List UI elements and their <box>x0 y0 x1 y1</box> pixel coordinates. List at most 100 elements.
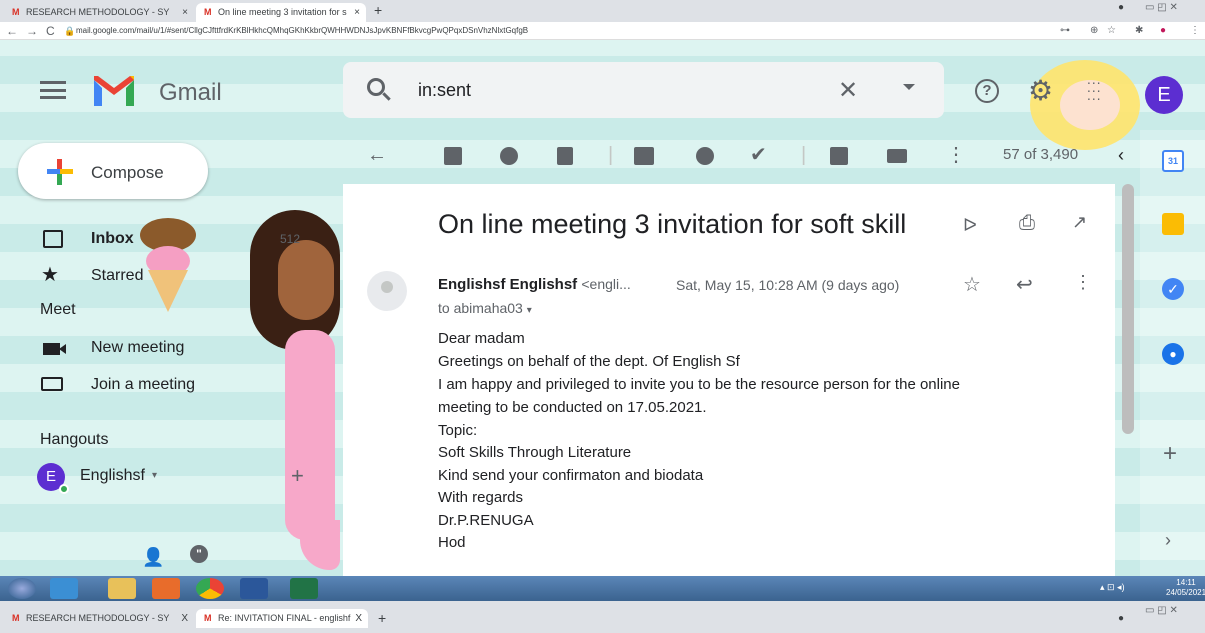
browser-tab[interactable]: M RESEARCH METHODOLOGY - SY X <box>4 609 194 628</box>
new-tab-button[interactable]: + <box>378 610 386 626</box>
browser-tab-active[interactable]: M Re: INVITATION FINAL - englishf X <box>196 609 368 628</box>
mark-unread-icon[interactable] <box>634 147 654 165</box>
get-addons-button[interactable]: + <box>1163 440 1177 468</box>
word-icon[interactable] <box>240 578 268 599</box>
sidebar-item-starred[interactable]: Starred <box>91 267 143 285</box>
system-tray-icons[interactable]: ▴ ⊡ ◂) <box>1100 582 1125 593</box>
body-line: I am happy and privileged to invite you … <box>438 376 960 393</box>
settings-gear-icon[interactable]: ⚙ <box>1028 77 1053 105</box>
tab-label: RESEARCH METHODOLOGY - SY <box>26 613 170 623</box>
move-to-icon[interactable] <box>830 147 848 165</box>
star-message-icon[interactable]: ☆ <box>963 272 981 297</box>
chevron-down-icon[interactable]: ▾ <box>527 305 532 316</box>
body-line: Greetings on behalf of the dept. Of Engl… <box>438 353 740 370</box>
search-options-icon[interactable] <box>903 84 915 90</box>
chevron-down-icon[interactable]: ▾ <box>152 470 157 481</box>
clear-search-icon[interactable]: ✕ <box>838 76 858 105</box>
forward-icon[interactable]: → <box>26 22 38 40</box>
main-menu-icon[interactable] <box>40 81 66 99</box>
toolbar-divider: | <box>608 144 614 166</box>
account-avatar[interactable]: E <box>1145 76 1183 114</box>
compose-label[interactable]: Compose <box>91 163 164 183</box>
help-icon[interactable]: ? <box>975 79 999 103</box>
window-controls[interactable]: ▭ ◰ ✕ <box>1145 605 1178 621</box>
join-meeting-link[interactable]: Join a meeting <box>91 376 195 394</box>
reply-icon[interactable]: ↩ <box>1016 272 1033 297</box>
star-icon[interactable]: ★ <box>41 262 59 287</box>
report-spam-icon[interactable] <box>500 147 518 165</box>
contacts-icon[interactable]: ● <box>1162 343 1184 365</box>
body-line: With regards <box>438 489 524 506</box>
sidebar-item-inbox[interactable]: Inbox <box>91 230 134 248</box>
hangouts-quote-icon[interactable]: " <box>190 545 208 563</box>
snooze-icon[interactable] <box>696 147 714 165</box>
ice-cream-cone-illustration <box>148 270 188 312</box>
tab-close-icon[interactable]: × <box>354 3 360 22</box>
scrollbar[interactable] <box>1122 184 1134 434</box>
keep-icon[interactable] <box>1162 213 1184 235</box>
delete-icon[interactable] <box>557 147 573 165</box>
body-line: Dear madam <box>438 330 525 347</box>
internet-explorer-icon[interactable] <box>50 578 78 599</box>
print-icon[interactable]: ⎙ <box>1019 212 1035 235</box>
hangouts-user[interactable]: Englishsf <box>80 467 145 485</box>
gmail-logo-text[interactable]: Gmail <box>159 79 222 107</box>
key-icon[interactable]: ⊶ <box>1060 22 1070 40</box>
keyboard-icon[interactable] <box>41 377 63 391</box>
sender-line[interactable]: Englishsf Englishsf <engli... <box>438 276 631 293</box>
google-apps-icon[interactable]: ∙∙∙ ∙∙∙ ∙∙∙ <box>1087 75 1111 105</box>
back-to-list-icon[interactable]: ← <box>367 140 387 170</box>
bookmark-star-icon[interactable]: ☆ <box>1107 22 1116 40</box>
profile-icon[interactable]: ● <box>1118 2 1124 18</box>
windows-taskbar <box>0 576 1205 601</box>
label-icon[interactable] <box>887 149 907 163</box>
tab-label: Re: INVITATION FINAL - englishf <box>218 613 351 623</box>
profile-icon[interactable]: ● <box>1118 613 1124 629</box>
url-text[interactable]: mail.google.com/mail/u/1/#sent/CllgCJftt… <box>76 22 528 40</box>
search-icon[interactable] <box>367 78 385 96</box>
clock-date: 24/05/2021 <box>1166 588 1205 597</box>
message-more-icon[interactable]: ⋮ <box>1074 272 1092 293</box>
new-meeting-link[interactable]: New meeting <box>91 339 184 357</box>
profile-extension-icon[interactable]: ● <box>1160 22 1166 40</box>
importance-marker-icon[interactable]: ᐅ <box>963 215 977 236</box>
archive-icon[interactable] <box>444 147 462 165</box>
window-controls[interactable]: ▭ ◰ ✕ <box>1145 2 1178 18</box>
back-icon[interactable]: ← <box>6 22 18 40</box>
reload-icon[interactable]: C <box>46 22 55 40</box>
zoom-icon[interactable]: ⊕ <box>1090 22 1098 40</box>
taskbar-clock[interactable]: 14:11 24/05/2021 <box>1166 578 1205 598</box>
tab-close-icon[interactable]: × <box>182 3 188 22</box>
browser-menu-icon[interactable]: ⋮ <box>1190 22 1200 40</box>
message-date: Sat, May 15, 10:28 AM (9 days ago) <box>676 277 900 293</box>
body-line: Topic: <box>438 422 478 439</box>
start-button-icon[interactable] <box>8 578 36 599</box>
gmail-logo-icon[interactable] <box>92 74 136 108</box>
tasks-icon[interactable]: ✓ <box>1162 278 1184 300</box>
gmail-favicon-icon: M <box>204 7 212 17</box>
theme-lady-face <box>278 240 334 320</box>
add-task-icon[interactable]: ✔ <box>750 140 767 170</box>
file-explorer-icon[interactable] <box>108 578 136 599</box>
open-new-window-icon[interactable]: ↗ <box>1072 212 1087 233</box>
search-input[interactable]: in:sent <box>418 80 471 101</box>
newer-message-icon[interactable]: ‹ <box>1118 140 1124 170</box>
chrome-icon[interactable] <box>196 578 224 599</box>
new-conversation-button[interactable]: + <box>291 463 304 489</box>
excel-icon[interactable] <box>290 578 318 599</box>
more-options-icon[interactable]: ⋮ <box>946 140 966 170</box>
recipient-line[interactable]: to abimaha03 ▾ <box>438 300 532 316</box>
tab-close-icon[interactable]: X <box>181 609 188 628</box>
person-icon[interactable]: 👤 <box>142 547 164 568</box>
new-tab-button[interactable]: + <box>374 2 382 18</box>
browser-tab[interactable]: M RESEARCH METHODOLOGY - SY × <box>4 3 194 22</box>
chevron-right-icon[interactable]: › <box>1165 530 1171 551</box>
browser-tab-active[interactable]: M On line meeting 3 invitation for s × <box>196 3 366 22</box>
theme-lady-leg <box>300 520 340 570</box>
inbox-icon[interactable] <box>43 230 63 248</box>
video-camera-icon[interactable] <box>43 343 66 355</box>
tab-close-icon[interactable]: X <box>355 609 362 628</box>
extensions-icon[interactable]: ✱ <box>1135 22 1143 40</box>
media-player-icon[interactable] <box>152 578 180 599</box>
calendar-icon[interactable]: 31 <box>1162 150 1184 172</box>
